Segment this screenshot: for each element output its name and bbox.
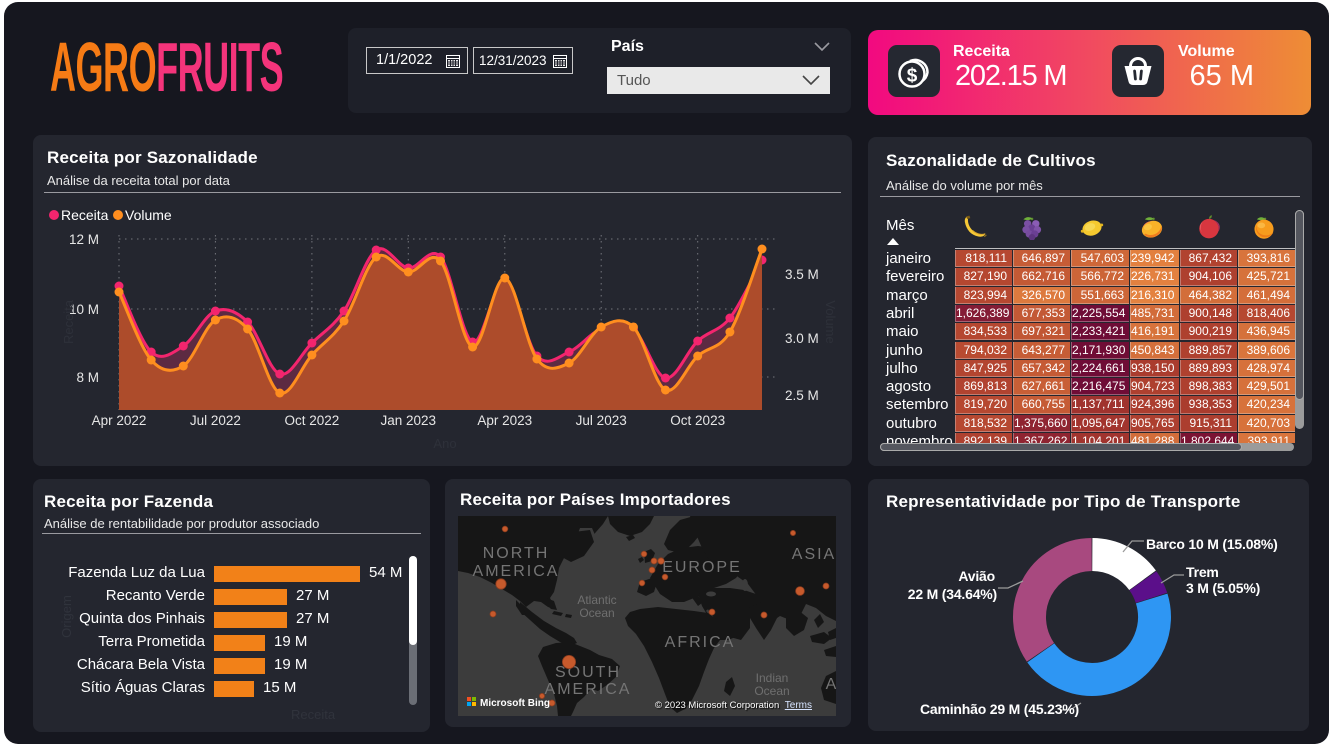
svg-text:Indian: Indian — [756, 671, 789, 685]
svg-text:3.5 M: 3.5 M — [785, 267, 819, 282]
svg-text:AMERICA: AMERICA — [473, 563, 560, 580]
svg-text:AMERICA: AMERICA — [545, 681, 632, 698]
svg-text:Receita: Receita — [61, 299, 76, 344]
svg-text:Terms: Terms — [785, 700, 812, 711]
svg-text:2.5 M: 2.5 M — [785, 388, 819, 403]
svg-text:Apr 2022: Apr 2022 — [92, 413, 147, 428]
svg-text:Atlantic: Atlantic — [577, 593, 616, 607]
svg-text:Jan 2023: Jan 2023 — [381, 413, 437, 428]
svg-text:EUROPE: EUROPE — [662, 559, 742, 576]
svg-text:AFRICA: AFRICA — [665, 634, 736, 651]
svg-text:8 M: 8 M — [76, 370, 99, 385]
svg-text:Jul 2023: Jul 2023 — [576, 413, 627, 428]
svg-text:3.0 M: 3.0 M — [785, 331, 819, 346]
svg-text:Jul 2022: Jul 2022 — [190, 413, 241, 428]
svg-text:A: A — [826, 676, 836, 693]
svg-text:NORTH: NORTH — [483, 545, 550, 562]
svg-text:Ano: Ano — [433, 436, 456, 451]
svg-text:12 M: 12 M — [69, 232, 99, 247]
svg-text:$: $ — [907, 66, 918, 87]
svg-text:ASIA: ASIA — [792, 546, 836, 563]
svg-text:Apr 2023: Apr 2023 — [477, 413, 532, 428]
svg-text:Ocean: Ocean — [579, 606, 614, 620]
svg-text:Microsoft Bing: Microsoft Bing — [480, 698, 550, 709]
svg-text:© 2023 Microsoft Corporation: © 2023 Microsoft Corporation — [655, 700, 779, 711]
svg-text:Volume: Volume — [823, 300, 838, 343]
svg-text:Oct 2023: Oct 2023 — [670, 413, 725, 428]
svg-text:Ocean: Ocean — [754, 684, 789, 698]
svg-text:Oct 2022: Oct 2022 — [285, 413, 340, 428]
